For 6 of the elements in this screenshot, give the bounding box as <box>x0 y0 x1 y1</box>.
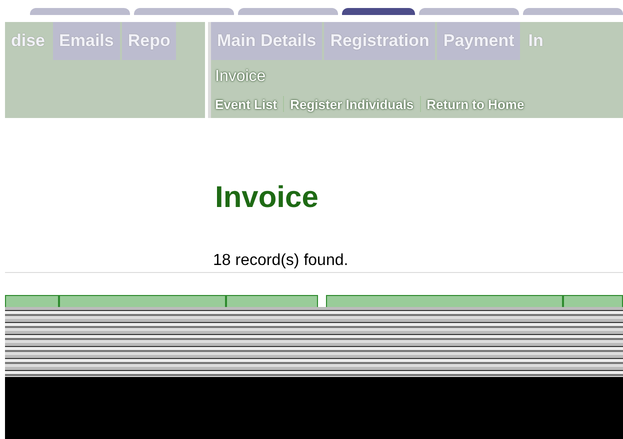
section-title: Invoice <box>214 67 267 86</box>
nav-link[interactable]: Event List <box>215 96 278 112</box>
nav-link[interactable]: Register Individuals <box>290 96 414 112</box>
record-count: 18 record(s) found. <box>213 252 350 270</box>
page-heading: Invoice <box>215 181 320 215</box>
nav-link[interactable]: Return to Home <box>426 96 524 112</box>
